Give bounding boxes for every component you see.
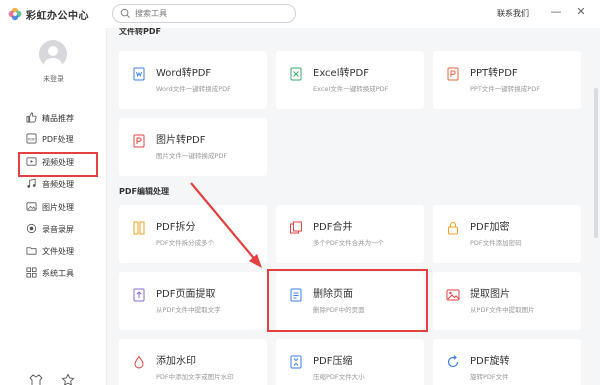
- active-item-highlight: [18, 152, 98, 177]
- card-description: 图片文件一键转换成PDF: [156, 152, 228, 160]
- sidebar-item-pdf[interactable]: PDF PDF处理: [25, 129, 107, 149]
- tool-card-add-watermark[interactable]: 添加水印 PDF中添加文字或图片水印: [119, 339, 267, 385]
- card-description: 多个PDF文件合并为一个: [313, 239, 385, 247]
- card-description: 从PDF文件中提取图片: [470, 306, 535, 314]
- tool-card-pdf-page-extract[interactable]: PDF页面提取 从PDF文件中提取文字: [119, 272, 267, 330]
- star-icon[interactable]: [61, 373, 75, 385]
- sidebar: 未登录 精品推荐 PDF PDF处理 视频处理 音频处理 图片处理 录音录屏 文…: [0, 28, 107, 385]
- title-bar: 彩虹办公中心 联系我们 — ✕: [0, 0, 600, 28]
- split-icon: [133, 221, 145, 235]
- card-description: 压缩PDF文件大小: [313, 373, 365, 381]
- card-description: Excel文件一键转换成PDF: [313, 85, 389, 93]
- merge-icon: [290, 221, 302, 234]
- pdf-icon: PDF: [26, 133, 37, 144]
- grid-icon: [26, 267, 37, 278]
- tool-card-extract-image[interactable]: 提取图片 从PDF文件中提取图片: [433, 272, 581, 330]
- card-title: PDF压缩: [313, 356, 353, 367]
- svg-text:PDF: PDF: [28, 137, 36, 142]
- card-title: PDF拆分: [156, 222, 196, 233]
- minimize-button[interactable]: —: [549, 5, 563, 19]
- image-icon: [26, 202, 37, 211]
- app-title: 彩虹办公中心: [26, 11, 89, 22]
- avatar[interactable]: [39, 40, 67, 68]
- search-box[interactable]: [112, 4, 296, 23]
- scrollbar[interactable]: [594, 88, 598, 238]
- ppt-icon: [447, 67, 459, 81]
- tool-card-pdf-compress[interactable]: PDF压缩 压缩PDF文件大小: [276, 339, 424, 385]
- close-button[interactable]: ✕: [574, 5, 588, 19]
- rainbow-logo-icon: [8, 7, 22, 21]
- card-description: Word文件一键转换成PDF: [156, 85, 231, 93]
- sidebar-item-label: 精品推荐: [42, 114, 74, 123]
- section-title-edit: PDF编辑处理: [119, 187, 169, 196]
- picture-icon: [446, 289, 460, 301]
- search-input[interactable]: [135, 7, 285, 20]
- card-title: 图片转PDF: [156, 135, 206, 146]
- compress-icon: [290, 355, 302, 369]
- thumbs-up-icon: [26, 112, 37, 123]
- music-icon: [27, 178, 36, 188]
- sidebar-item-label: 图片处理: [42, 203, 74, 212]
- card-description: 从PDF文件中提取文字: [156, 306, 221, 314]
- sidebar-item-image[interactable]: 图片处理: [25, 197, 107, 217]
- skin-icon[interactable]: [29, 373, 43, 385]
- folder-icon: [26, 247, 37, 255]
- sidebar-item-label: 文件处理: [42, 247, 74, 256]
- sidebar-item-recommend[interactable]: 精品推荐: [25, 108, 107, 128]
- card-description: PDF文件添加密码: [470, 239, 522, 247]
- lock-icon: [448, 222, 458, 235]
- card-title: PDF页面提取: [156, 289, 216, 300]
- sidebar-item-system[interactable]: 系统工具: [25, 263, 107, 283]
- rotate-icon: [447, 355, 459, 368]
- record-icon: [26, 223, 37, 234]
- excel-icon: [290, 67, 302, 81]
- sidebar-item-label: 音频处理: [42, 180, 74, 189]
- sidebar-item-label: 录音录屏: [42, 225, 74, 234]
- search-icon: [120, 8, 131, 19]
- card-title: PDF旋转: [470, 356, 510, 367]
- tool-card-pdf-merge[interactable]: PDF合并 多个PDF文件合并为一个: [276, 205, 424, 263]
- section-title-convert: 文件转PDF: [119, 28, 161, 36]
- sidebar-item-audio[interactable]: 音频处理: [25, 174, 107, 194]
- card-title: Excel转PDF: [313, 68, 369, 79]
- card-title: PDF加密: [470, 222, 510, 233]
- card-description: PPT文件一键转换成PDF: [470, 85, 540, 93]
- delete-page-highlight: [267, 269, 428, 332]
- main-content: 文件转PDF Word转PDF Word文件一键转换成PDF Excel转PDF…: [108, 28, 600, 385]
- tool-card-pdf-encrypt[interactable]: PDF加密 PDF文件添加密码: [433, 205, 581, 263]
- tool-card-pdf-split[interactable]: PDF拆分 PDF文件拆分成多个: [119, 205, 267, 263]
- word-icon: [133, 67, 145, 81]
- login-status[interactable]: 未登录: [0, 74, 107, 84]
- card-description: PDF中添加文字或图片水印: [156, 373, 234, 381]
- sidebar-item-record[interactable]: 录音录屏: [25, 219, 107, 239]
- image-to-pdf-icon: [133, 134, 145, 148]
- card-title: Word转PDF: [156, 68, 212, 79]
- card-title: 提取图片: [470, 289, 510, 300]
- card-title: 添加水印: [156, 356, 196, 367]
- tool-card-excel-to-pdf[interactable]: Excel转PDF Excel文件一键转换成PDF: [276, 51, 424, 109]
- user-icon: [44, 46, 62, 68]
- tool-card-pdf-rotate[interactable]: PDF旋转 旋转PDF文件: [433, 339, 581, 385]
- sidebar-item-file[interactable]: 文件处理: [25, 241, 107, 261]
- sidebar-item-label: 系统工具: [42, 269, 74, 278]
- contact-us-link[interactable]: 联系我们: [497, 8, 529, 19]
- upload-icon: [133, 288, 145, 302]
- card-description: PDF文件拆分成多个: [156, 239, 215, 247]
- watermark-icon: [134, 355, 144, 369]
- card-title: PDF合并: [313, 222, 353, 233]
- tool-card-ppt-to-pdf[interactable]: PPT转PDF PPT文件一键转换成PDF: [433, 51, 581, 109]
- sidebar-item-label: PDF处理: [42, 135, 74, 144]
- card-title: PPT转PDF: [470, 68, 518, 79]
- card-description: 旋转PDF文件: [470, 373, 509, 381]
- tool-card-image-to-pdf[interactable]: 图片转PDF 图片文件一键转换成PDF: [119, 118, 267, 176]
- tool-card-word-to-pdf[interactable]: Word转PDF Word文件一键转换成PDF: [119, 51, 267, 109]
